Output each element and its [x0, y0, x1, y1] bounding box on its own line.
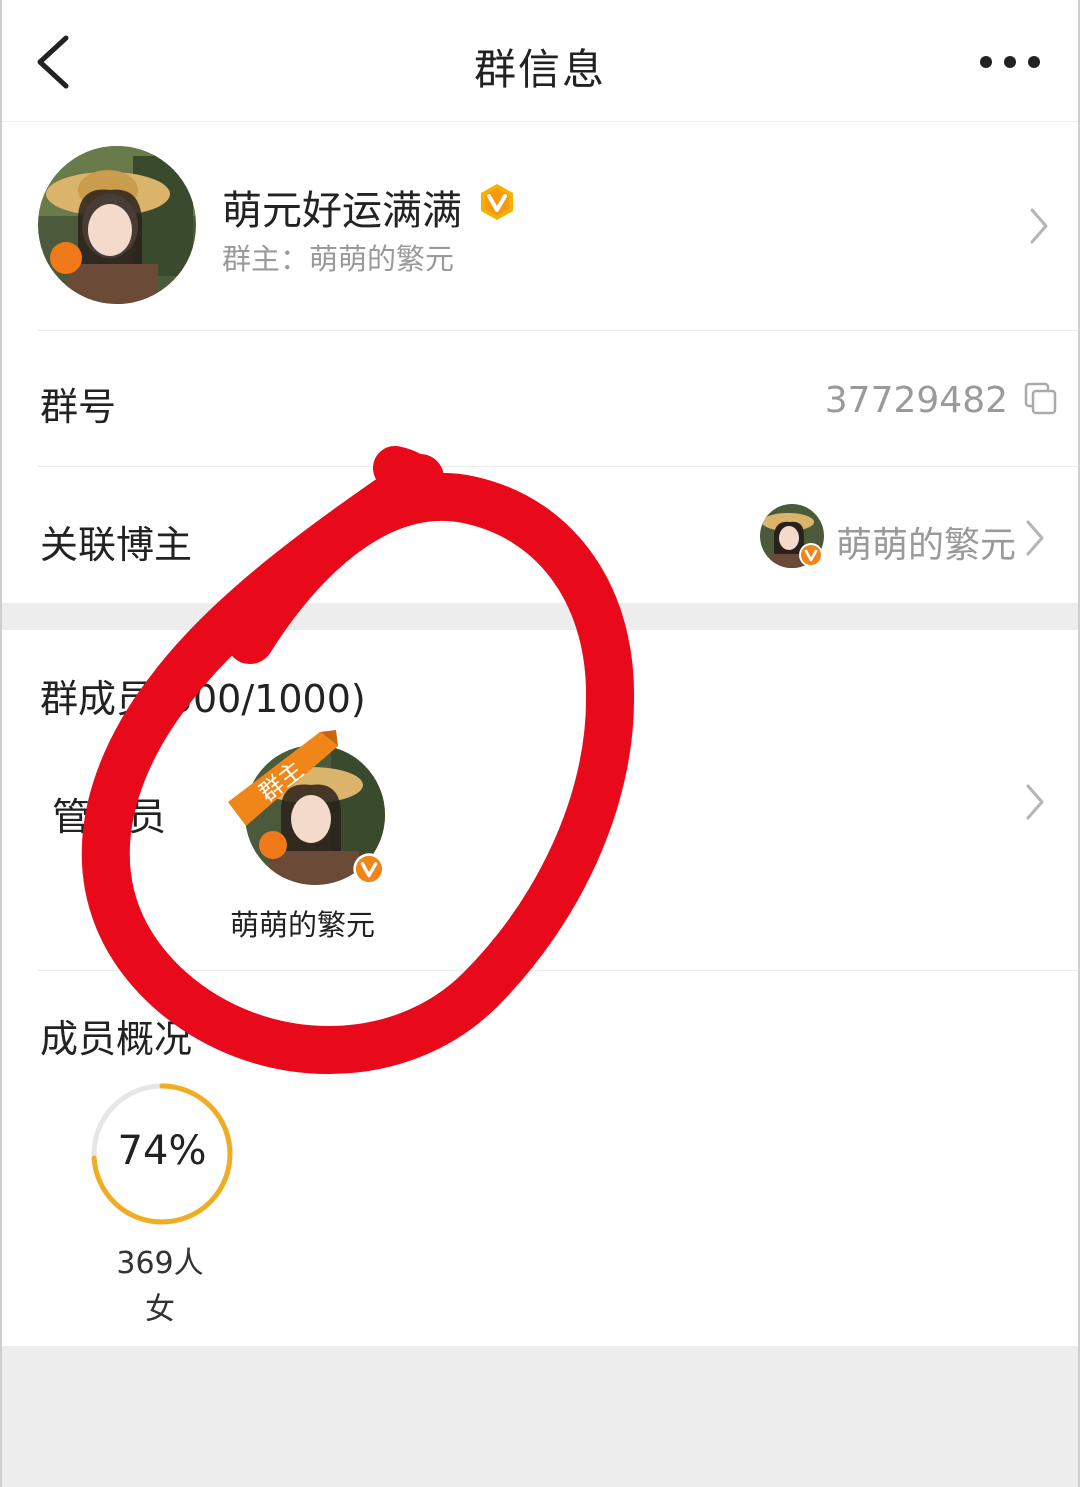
page-title: 群信息 — [473, 45, 606, 94]
owner-ribbon: 群主 — [228, 730, 338, 826]
divider — [38, 330, 1080, 331]
verified-v-badge-icon — [799, 543, 823, 567]
group-owner: 群主：萌萌的繁元 — [222, 242, 455, 276]
blogger-name: 萌萌的繁元 — [836, 525, 1017, 566]
members-title: 群成员(500/1000) — [40, 677, 366, 721]
verified-v-badge-icon — [353, 853, 385, 885]
admin-label: 管理员 — [52, 795, 167, 839]
top-bar: 群信息 — [0, 0, 1080, 122]
group-number-value: 37729482 — [824, 380, 1008, 421]
female-count: 369人 — [116, 1246, 204, 1281]
chevron-right-icon — [1030, 208, 1048, 244]
group-name: 萌元好运满满 — [222, 188, 462, 234]
admin-name: 萌萌的繁元 — [230, 908, 376, 942]
overview-title: 成员概况 — [40, 1017, 193, 1061]
copy-icon[interactable] — [1024, 382, 1058, 416]
divider — [38, 970, 1080, 971]
gender-label: 女 — [145, 1292, 175, 1327]
female-percent: 74% — [117, 1128, 207, 1174]
more-dots-icon[interactable] — [978, 44, 1042, 80]
linked-blogger-label: 关联博主 — [40, 523, 193, 567]
group-avatar[interactable] — [38, 146, 196, 304]
chevron-right-icon — [1026, 784, 1044, 820]
group-number-label: 群号 — [40, 385, 117, 429]
chevron-right-icon — [1026, 520, 1044, 556]
divider — [38, 466, 1080, 467]
verified-v-badge-icon — [481, 184, 513, 220]
